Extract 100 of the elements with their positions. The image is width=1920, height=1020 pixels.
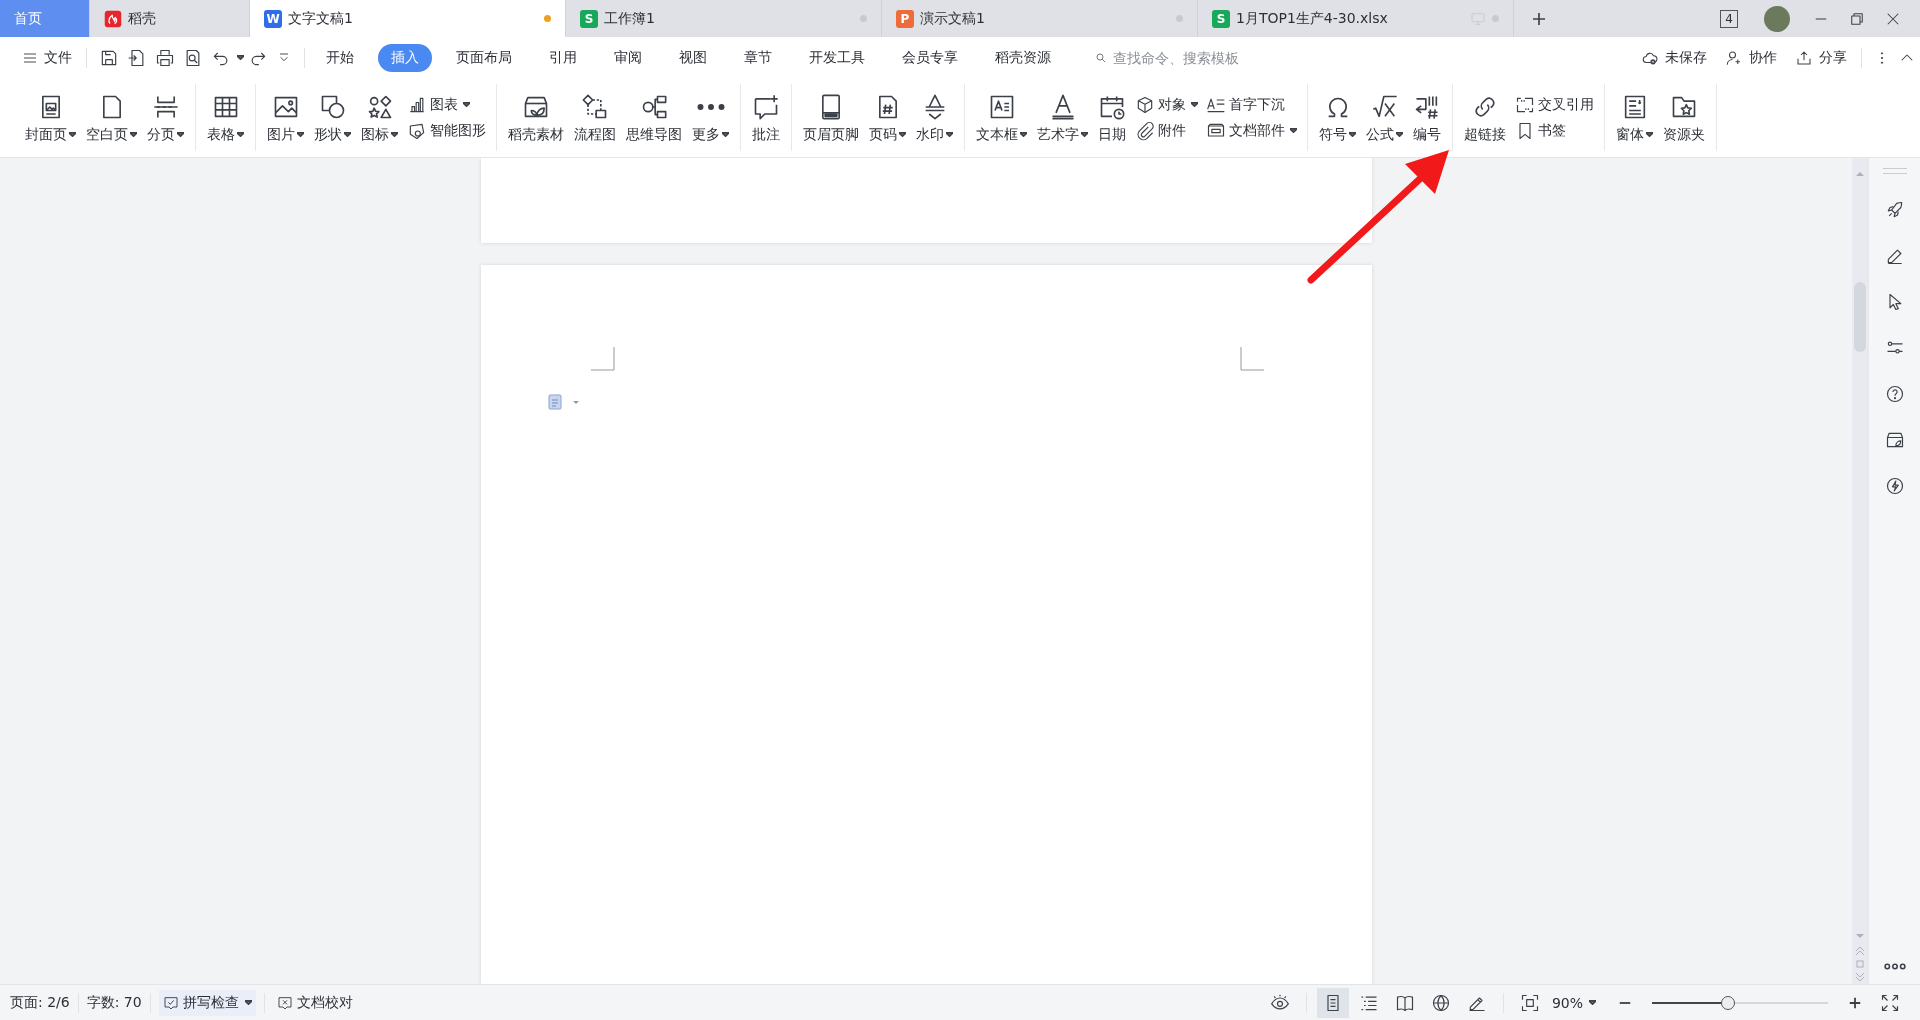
dropdown-caret-icon: [237, 132, 244, 137]
more-dots-icon[interactable]: [1883, 963, 1906, 970]
ribbon-button[interactable]: 编号: [1408, 87, 1446, 148]
ribbon-tab[interactable]: 开发工具: [796, 43, 878, 72]
unsaved-dot-icon[interactable]: [544, 15, 551, 22]
dropdown-caret-icon: [1020, 132, 1027, 137]
ribbon-button[interactable]: 首字下沉: [1206, 94, 1297, 115]
file-menu-button[interactable]: 文件: [16, 44, 78, 71]
dropdown-caret-icon: [1396, 132, 1403, 137]
app-badge-icon: P: [896, 9, 914, 28]
ribbon-button[interactable]: 水印: [911, 87, 958, 148]
ribbon-button[interactable]: 封面页: [20, 87, 81, 148]
zoom-slider[interactable]: [1652, 995, 1828, 1010]
ribbon-button[interactable]: 分页: [142, 87, 189, 148]
ribbon-button[interactable]: 文本框: [971, 87, 1032, 148]
proofread-button[interactable]: 文档校对: [272, 989, 357, 1016]
word-count[interactable]: 字数: 70: [86, 993, 142, 1012]
fullscreen-icon[interactable]: [1880, 992, 1900, 1013]
dropdown-caret-icon: [69, 132, 76, 137]
dropdown-caret-icon: [297, 132, 304, 137]
ribbon-button[interactable]: 交叉引用: [1515, 94, 1594, 115]
app-badge-icon: S: [1212, 9, 1230, 28]
ribbon-button[interactable]: 窗体: [1611, 87, 1658, 148]
page-indicator[interactable]: 页面: 2/6: [10, 993, 70, 1012]
dropdown-caret-icon: [946, 132, 953, 137]
dropdown-caret-icon: [344, 132, 351, 137]
ribbon-button[interactable]: 页码: [864, 87, 911, 148]
view-mode-button[interactable]: [1316, 987, 1349, 1018]
ribbon-button[interactable]: 空白页: [81, 87, 142, 148]
ribbon-button[interactable]: 智能图形: [407, 120, 486, 141]
dropdown-caret-icon: [130, 132, 137, 137]
close-dot-icon[interactable]: [1492, 15, 1499, 22]
flowchart-icon: [581, 92, 609, 121]
print-icon[interactable]: [155, 47, 175, 68]
zoom-level-button[interactable]: 90%: [1547, 990, 1600, 1015]
lightning-badge-icon[interactable]: [1884, 476, 1905, 496]
ribbon-button[interactable]: 超链接: [1459, 87, 1511, 148]
ribbon-tab[interactable]: 开始: [313, 43, 367, 72]
ribbon-button[interactable]: 表格: [202, 87, 249, 148]
ribbon-button[interactable]: 资源夹: [1658, 87, 1710, 148]
ribbon-button[interactable]: 更多: [687, 87, 734, 148]
ribbon-button[interactable]: 形状: [309, 87, 356, 148]
dropdown-caret-icon: [177, 132, 184, 137]
ribbon-button[interactable]: 流程图: [569, 87, 621, 148]
ribbon-button[interactable]: 批注: [747, 87, 785, 148]
ribbon-button[interactable]: 图片: [262, 87, 309, 148]
search-field[interactable]: 查找命令、搜索模板: [1095, 48, 1285, 67]
ribbon-tab[interactable]: 视图: [666, 43, 720, 72]
ribbon-button[interactable]: 对象: [1135, 94, 1198, 115]
ribbon-button[interactable]: 文档部件: [1206, 120, 1297, 141]
toolbar-action-button[interactable]: 未保存: [1635, 44, 1713, 71]
ribbon-button[interactable]: 页眉页脚: [798, 87, 864, 148]
storefront-icon[interactable]: [1884, 430, 1905, 450]
close-dot-icon[interactable]: [1176, 15, 1183, 22]
dropdown-caret-icon: [899, 132, 906, 137]
dropdown-caret-icon: [722, 132, 729, 137]
vertical-scrollbar[interactable]: [1852, 158, 1868, 984]
ribbon-tab[interactable]: 页面布局: [443, 43, 525, 72]
ribbon-tab[interactable]: 章节: [731, 43, 785, 72]
ribbon-button[interactable]: 图表: [407, 94, 486, 115]
help-icon[interactable]: [1884, 384, 1905, 404]
toolbar-action-button[interactable]: 协作: [1719, 44, 1783, 71]
ribbon-button[interactable]: 思维导图: [621, 87, 687, 148]
window-count-badge[interactable]: 4: [1720, 9, 1738, 28]
slider-thumb[interactable]: [1720, 995, 1735, 1010]
panel-grip[interactable]: [1882, 168, 1907, 174]
ribbon-button[interactable]: 公式: [1361, 87, 1408, 148]
user-avatar[interactable]: [1764, 5, 1790, 32]
cross-icon: [276, 994, 293, 1011]
cube-icon: [1135, 94, 1155, 115]
paperclip-icon: [1135, 120, 1155, 141]
spell-check-button[interactable]: 拼写检查: [158, 989, 256, 1016]
dropdown-caret-icon: [463, 102, 470, 107]
ribbon-button[interactable]: 艺术字: [1032, 87, 1093, 148]
app-badge-icon: S: [580, 9, 598, 28]
ribbon-button[interactable]: 日期: [1093, 87, 1131, 148]
comment-icon: [752, 92, 780, 121]
margin-corner-mark: [1239, 347, 1264, 371]
check-icon: [162, 994, 179, 1011]
ribbon-button[interactable]: 图标: [356, 87, 403, 148]
ribbon-button[interactable]: 符号: [1314, 87, 1361, 148]
dropdown-caret-icon: [391, 132, 398, 137]
ribbon-button[interactable]: 稻壳素材: [503, 87, 569, 148]
ribbon-tab[interactable]: 稻壳资源: [982, 43, 1064, 72]
dropdown-caret-icon: [1349, 132, 1356, 137]
ribbon-button[interactable]: 书签: [1515, 120, 1594, 141]
app-badge-icon: W: [264, 9, 282, 28]
add-user-icon: [1725, 48, 1743, 67]
fit-window-icon[interactable]: [1519, 992, 1540, 1013]
dropdown-caret-icon: [1191, 102, 1198, 107]
close-dot-icon[interactable]: [860, 15, 867, 22]
document-tab[interactable]: W 文字文稿1: [250, 0, 566, 37]
ribbon-button[interactable]: 附件: [1135, 120, 1198, 141]
ribbon-tab[interactable]: 审阅: [601, 43, 655, 72]
ribbon-tab[interactable]: 引用: [536, 43, 590, 72]
margin-corner-mark: [590, 347, 615, 371]
ribbon-tab[interactable]: 会员专享: [889, 43, 971, 72]
dropdown-caret-icon: [1646, 132, 1653, 137]
more-dots-icon: [696, 103, 725, 110]
toolbar-action-button[interactable]: 分享: [1789, 44, 1853, 71]
